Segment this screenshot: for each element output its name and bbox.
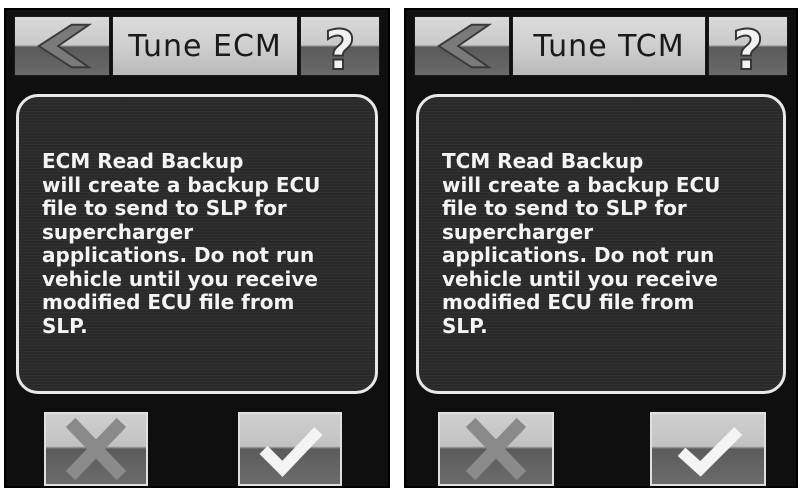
x-icon: [65, 417, 127, 481]
page-title: Tune ECM: [112, 16, 298, 76]
checkmark-icon: [677, 427, 743, 477]
top-bar: Tune TCM ?: [414, 16, 788, 80]
confirm-button[interactable]: [650, 412, 766, 486]
top-bar: Tune ECM ?: [14, 16, 380, 80]
message-text: ECM Read Backup will create a backup ECU…: [42, 149, 321, 338]
question-mark-icon: ?: [323, 18, 356, 75]
x-icon: [465, 417, 527, 481]
cancel-button[interactable]: [44, 412, 148, 486]
help-label: ?: [324, 19, 355, 75]
ecm-screen: Tune ECM ? ECM Read Backup will create a…: [4, 8, 390, 488]
back-arrow-icon: [437, 23, 493, 69]
tcm-screen: Tune TCM ? TCM Read Backup will create a…: [404, 8, 798, 488]
confirm-button[interactable]: [238, 412, 342, 486]
question-mark-icon: ?: [731, 18, 764, 75]
help-button[interactable]: ?: [300, 16, 380, 76]
checkmark-icon: [259, 427, 323, 477]
back-button[interactable]: [14, 16, 110, 76]
back-button[interactable]: [414, 16, 510, 76]
help-button[interactable]: ?: [708, 16, 788, 76]
help-label: ?: [732, 19, 763, 75]
page-title: Tune TCM: [512, 16, 706, 76]
back-arrow-icon: [37, 23, 93, 69]
cancel-button[interactable]: [438, 412, 554, 486]
message-text: TCM Read Backup will create a backup ECU…: [442, 149, 721, 338]
